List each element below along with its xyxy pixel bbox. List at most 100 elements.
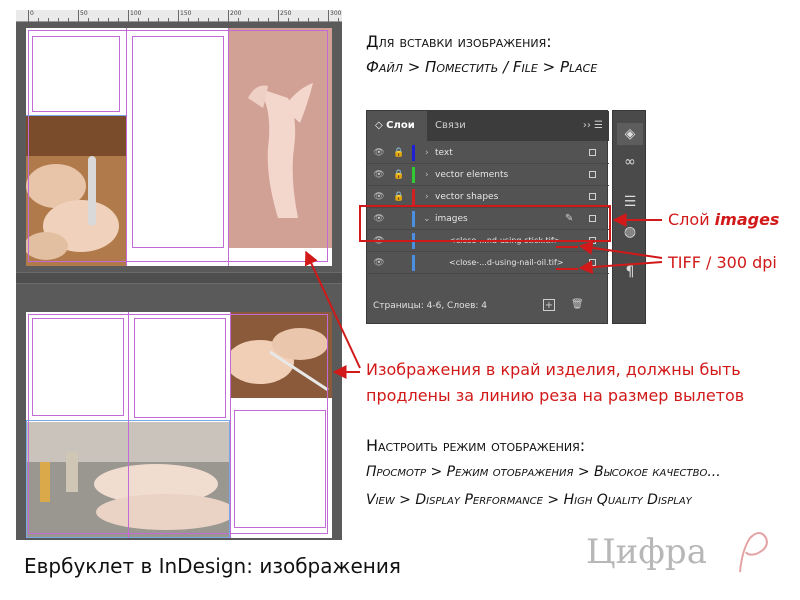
layer-name: <close-...d-using-nail-oil.tif>	[449, 258, 564, 267]
insert-title: Для вставки изображения:	[366, 32, 552, 51]
ruler-minor-tick	[328, 18, 329, 22]
panel-dock: ◈ ∞ ☰ ◍ ¶	[612, 110, 646, 324]
logo-mark-icon	[739, 532, 768, 573]
layer-color-bar	[412, 145, 415, 161]
ruler-minor-tick	[108, 18, 109, 22]
eye-icon[interactable]: 👁	[373, 146, 385, 160]
ruler-label: 250	[280, 10, 292, 17]
chevron-right-icon[interactable]: ›	[425, 190, 429, 204]
ruler-minor-tick	[88, 18, 89, 22]
spread-top[interactable]	[26, 28, 332, 266]
tab-layers[interactable]: ◇ Слои	[367, 111, 427, 141]
layer-row-vector-elements[interactable]: 👁 🔒 › vector elements	[367, 164, 609, 186]
ruler-minor-tick	[198, 18, 199, 22]
spread-bottom[interactable]	[26, 312, 332, 538]
eye-icon[interactable]: 👁	[373, 256, 385, 270]
ruler-label: 50	[80, 10, 88, 17]
ruler-minor-tick	[208, 18, 209, 22]
fold-guide	[128, 312, 129, 538]
ruler-label: 0	[30, 10, 34, 17]
layers-icon[interactable]: ◈	[617, 123, 643, 145]
lock-icon[interactable]: 🔒	[393, 168, 405, 182]
layer-images-label: Слой images	[668, 210, 779, 229]
new-layer-icon[interactable]: +	[543, 299, 555, 311]
ruler-minor-tick	[188, 18, 189, 22]
fold-guide	[126, 28, 127, 266]
layer-name: vector shapes	[435, 192, 499, 202]
ruler-minor-tick	[308, 18, 309, 22]
ruler-tick	[28, 10, 29, 22]
panel-tab-bar: ◇ Слои Связи ›› ☰	[367, 111, 609, 141]
ruler-minor-tick	[338, 18, 339, 22]
slide-caption: Еврбуклет в InDesign: изображения	[24, 554, 401, 578]
eye-icon[interactable]: 👁	[373, 168, 385, 182]
ruler-minor-tick	[278, 18, 279, 22]
fold-guide	[228, 28, 229, 266]
ruler-minor-tick	[178, 18, 179, 22]
ruler-minor-tick	[58, 18, 59, 22]
fold-guide	[230, 312, 231, 538]
layer-name: text	[435, 148, 453, 158]
ruler-label: 150	[180, 10, 192, 17]
logo-text: Цифра	[586, 532, 707, 572]
trash-icon[interactable]: 🗑	[571, 299, 584, 311]
ruler-minor-tick	[258, 18, 259, 22]
document-canvas[interactable]: 0 50 100 150 200 250 300	[16, 10, 342, 540]
ruler-minor-tick	[318, 18, 319, 22]
swatches-icon[interactable]: ◍	[617, 221, 643, 243]
panel-status: Страницы: 4-6, Слоев: 4	[373, 301, 488, 311]
lock-icon[interactable]: 🔒	[393, 190, 405, 204]
layer-color-bar	[412, 189, 415, 205]
bleed-note-line-2: продлены за линию реза на размер вылетов	[366, 386, 745, 405]
selection-square[interactable]	[589, 149, 596, 156]
lock-icon[interactable]: 🔒	[393, 146, 405, 160]
images-row-highlight	[359, 205, 611, 242]
file-underline	[556, 246, 578, 248]
menu-icon[interactable]: ☰	[617, 191, 643, 213]
brand-logo: Цифра	[586, 532, 768, 573]
eye-icon[interactable]: 👁	[373, 190, 385, 204]
layer-row-file-nail-oil[interactable]: 👁 <close-...d-using-nail-oil.tif>	[367, 252, 609, 274]
ruler-label: 200	[230, 10, 242, 17]
ruler-minor-tick	[78, 18, 79, 22]
ruler-minor-tick	[98, 18, 99, 22]
tab-links[interactable]: Связи	[427, 111, 487, 141]
ruler-minor-tick	[138, 18, 139, 22]
ruler-minor-tick	[158, 18, 159, 22]
layer-images-name: images	[714, 210, 780, 229]
layer-name: vector elements	[435, 170, 509, 180]
file-underline	[556, 268, 578, 270]
layer-row-text[interactable]: 👁 🔒 › text	[367, 142, 609, 164]
links-icon[interactable]: ∞	[617, 151, 643, 173]
ruler-minor-tick	[228, 18, 229, 22]
ruler-minor-tick	[68, 18, 69, 22]
selection-square[interactable]	[589, 193, 596, 200]
ruler-minor-tick	[38, 18, 39, 22]
display-path-en: View > Display Performance > High Qualit…	[366, 492, 692, 508]
display-path-ru: Просмотр > Режим отображения > Высокое к…	[366, 464, 721, 480]
selection-square[interactable]	[589, 171, 596, 178]
panel-menu-button[interactable]: ›› ☰	[583, 111, 603, 141]
ruler-minor-tick	[218, 18, 219, 22]
chevron-right-icon[interactable]: ›	[425, 146, 429, 160]
insert-path: Файл > Поместить / File > Place	[366, 58, 598, 76]
ruler-minor-tick	[118, 18, 119, 22]
paragraph-icon[interactable]: ¶	[617, 261, 643, 283]
chevron-right-icon[interactable]: ›	[425, 168, 429, 182]
bleed-guide	[26, 115, 126, 116]
ruler-label: 100	[130, 10, 142, 17]
ruler-minor-tick	[268, 18, 269, 22]
ruler-minor-tick	[48, 18, 49, 22]
layer-color-bar	[412, 167, 415, 183]
layer-color-bar	[412, 255, 415, 271]
selection-square[interactable]	[589, 259, 596, 266]
layer-images-prefix: Слой	[668, 210, 715, 229]
ruler-minor-tick	[168, 18, 169, 22]
ruler-minor-tick	[288, 18, 289, 22]
ruler-minor-tick	[148, 18, 149, 22]
tiff-label: TIFF / 300 dpi	[668, 253, 777, 272]
bleed-note-line-1: Изображения в край изделия, должны быть	[366, 360, 741, 379]
margin-guide	[28, 30, 328, 262]
ruler-label: 300	[330, 10, 342, 17]
ruler-minor-tick	[128, 18, 129, 22]
